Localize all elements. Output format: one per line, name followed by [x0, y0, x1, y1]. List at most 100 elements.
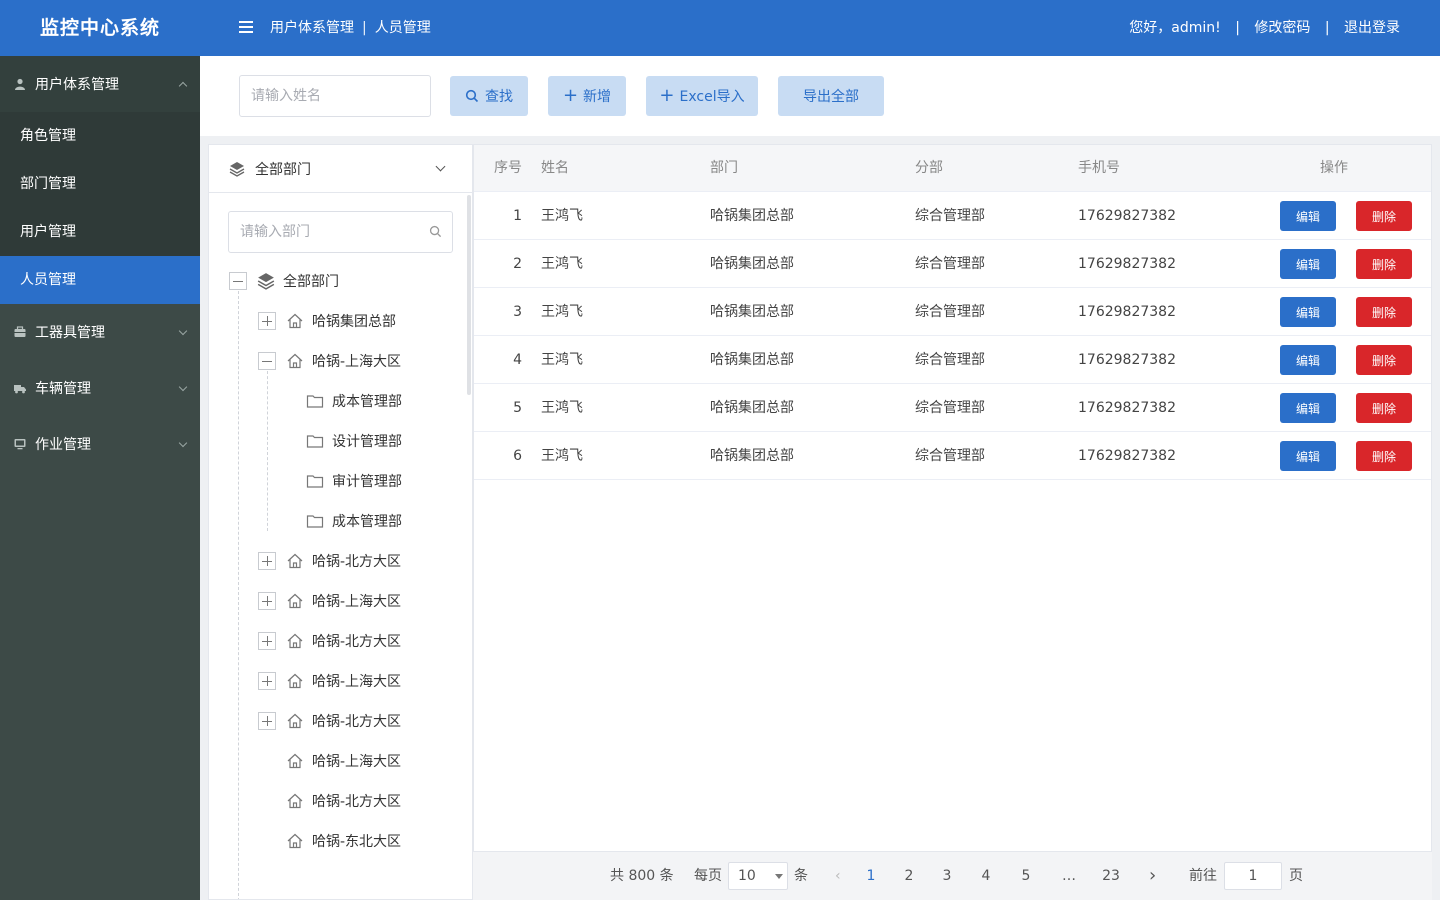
page-number[interactable]: 3 [935, 852, 959, 900]
sidebar-group-vehicles[interactable]: 车辆管理 [0, 360, 200, 416]
page-number[interactable]: 2 [897, 852, 921, 900]
plus-icon: + [659, 85, 675, 106]
sidebar-item-roles[interactable]: 角色管理 [0, 112, 200, 160]
cell-department: 哈锅集团总部 [710, 208, 794, 224]
sidebar-item-users[interactable]: 用户管理 [0, 208, 200, 256]
tree-node-label: 哈锅-上海大区 [312, 594, 402, 610]
total-count: 共 800 条 [610, 868, 674, 884]
page-number[interactable]: 23 [1099, 852, 1123, 900]
page-number[interactable]: 5 [1014, 852, 1038, 900]
cell-branch: 综合管理部 [915, 208, 985, 224]
add-button-label: 新增 [583, 89, 612, 105]
chevron-up-icon [178, 81, 188, 91]
expand-toggle[interactable] [258, 712, 276, 730]
tree-node[interactable]: 哈锅-东北大区 [286, 829, 401, 853]
chevron-down-icon [178, 438, 188, 448]
tree-node[interactable]: 哈锅-北方大区 [258, 629, 401, 653]
tree-node[interactable]: 哈锅集团总部 [258, 309, 396, 333]
name-search-input[interactable] [239, 75, 431, 117]
delete-button[interactable]: 删除 [1356, 441, 1412, 471]
department-search-input[interactable] [228, 211, 453, 253]
edit-button[interactable]: 编辑 [1280, 297, 1336, 327]
layers-icon [229, 161, 245, 177]
search-icon[interactable] [429, 225, 442, 238]
cell-phone: 17629827382 [1078, 352, 1176, 368]
delete-button[interactable]: 删除 [1356, 393, 1412, 423]
table-row: 2 王鸿飞 哈锅集团总部 综合管理部 17629827382 编辑 删除 [474, 240, 1431, 288]
edit-button[interactable]: 编辑 [1280, 441, 1336, 471]
sidebar-group-user-system[interactable]: 用户体系管理 [0, 56, 200, 112]
tree-node[interactable]: 哈锅-北方大区 [258, 709, 401, 733]
sidebar-item-departments[interactable]: 部门管理 [0, 160, 200, 208]
delete-button[interactable]: 删除 [1356, 345, 1412, 375]
folder-icon [306, 475, 324, 488]
sidebar-item-personnel[interactable]: 人员管理 [0, 256, 200, 304]
goto-page-input[interactable] [1224, 862, 1282, 890]
tree-node[interactable]: 哈锅-北方大区 [286, 789, 401, 813]
table-row: 6 王鸿飞 哈锅集团总部 综合管理部 17629827382 编辑 删除 [474, 432, 1431, 480]
cell-no: 2 [513, 256, 522, 272]
breadcrumb-item[interactable]: 用户体系管理 [270, 20, 354, 36]
home-icon [287, 833, 303, 849]
sidebar-group-label: 工器具管理 [35, 325, 105, 341]
home-icon [287, 673, 303, 689]
page-number[interactable]: 1 [859, 852, 883, 900]
search-button[interactable]: 查找 [450, 76, 528, 116]
sidebar-group-tools[interactable]: 工器具管理 [0, 304, 200, 360]
plus-icon: + [562, 85, 579, 106]
tree-node[interactable]: 设计管理部 [306, 429, 402, 453]
delete-button[interactable]: 删除 [1356, 201, 1412, 231]
delete-button[interactable]: 删除 [1356, 249, 1412, 279]
cell-phone: 17629827382 [1078, 448, 1176, 464]
edit-button[interactable]: 编辑 [1280, 345, 1336, 375]
tree-node[interactable]: 哈锅-北方大区 [258, 549, 401, 573]
cell-name: 王鸿飞 [541, 448, 583, 464]
tree-node[interactable]: 成本管理部 [306, 389, 402, 413]
cell-branch: 综合管理部 [915, 304, 985, 320]
expand-toggle[interactable] [258, 632, 276, 650]
delete-button[interactable]: 删除 [1356, 297, 1412, 327]
edit-button[interactable]: 编辑 [1280, 249, 1336, 279]
cell-name: 王鸿飞 [541, 304, 583, 320]
collapse-toggle[interactable] [258, 352, 276, 370]
sidebar-group-operations[interactable]: 作业管理 [0, 416, 200, 472]
page-size-value: 10 [738, 868, 756, 884]
tree-node[interactable]: 哈锅-上海大区 [286, 749, 401, 773]
export-all-button[interactable]: 导出全部 [778, 76, 884, 116]
page-ellipsis[interactable]: … [1057, 852, 1081, 900]
expand-toggle[interactable] [258, 312, 276, 330]
tree-node[interactable]: 哈锅-上海大区 [258, 669, 401, 693]
page-number[interactable]: 4 [974, 852, 998, 900]
change-password-link[interactable]: 修改密码 [1254, 20, 1310, 36]
page-size-select[interactable]: 10 [728, 862, 788, 890]
tree-scrollbar[interactable] [467, 195, 471, 395]
toolbar: 查找 + 新增 + Excel导入 导出全部 [200, 56, 1440, 136]
tree-node-label: 审计管理部 [332, 474, 402, 490]
expand-toggle[interactable] [258, 672, 276, 690]
edit-button[interactable]: 编辑 [1280, 393, 1336, 423]
expand-toggle[interactable] [258, 592, 276, 610]
edit-button[interactable]: 编辑 [1280, 201, 1336, 231]
tree-node[interactable]: 哈锅-上海大区 [258, 589, 401, 613]
next-page-icon[interactable]: › [1149, 852, 1156, 900]
tree-node[interactable]: 审计管理部 [306, 469, 402, 493]
table-row: 4 王鸿飞 哈锅集团总部 综合管理部 17629827382 编辑 删除 [474, 336, 1431, 384]
cell-no: 3 [513, 304, 522, 320]
add-button[interactable]: + 新增 [548, 76, 626, 116]
menu-toggle-icon[interactable] [239, 21, 253, 35]
excel-import-button[interactable]: + Excel导入 [646, 76, 758, 116]
department-dropdown[interactable]: 全部部门 [209, 145, 472, 193]
collapse-toggle[interactable] [229, 272, 247, 290]
department-tree-panel: 全部部门 全部部门 哈锅集团总部 哈锅-上海大区 成本管理部 设计管理部 审计管… [208, 144, 473, 900]
breadcrumb-item[interactable]: 人员管理 [375, 20, 431, 36]
separator: | [1235, 20, 1240, 36]
tree-node-label: 设计管理部 [332, 434, 402, 450]
expand-toggle[interactable] [258, 552, 276, 570]
logout-link[interactable]: 退出登录 [1344, 20, 1400, 36]
tree-node[interactable]: 哈锅-上海大区 [258, 349, 401, 373]
tree-node[interactable]: 成本管理部 [306, 509, 402, 533]
tree-node-root[interactable]: 全部部门 [229, 269, 339, 293]
prev-page-icon[interactable]: ‹ [835, 852, 841, 900]
sidebar: 用户体系管理 角色管理 部门管理 用户管理 人员管理 工器具管理 车辆管理 作业… [0, 56, 200, 900]
greeting-text: 您好，admin! [1129, 20, 1221, 36]
